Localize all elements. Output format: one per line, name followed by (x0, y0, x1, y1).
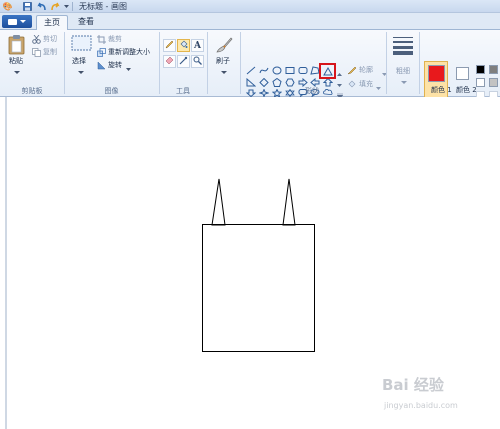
right-triangle-drawing (282, 178, 296, 226)
chevron-down-icon[interactable] (78, 68, 84, 77)
palette-swatch-white[interactable] (476, 78, 485, 87)
cut-button-label[interactable]: 剪切 (43, 35, 57, 44)
copy-icon[interactable] (32, 48, 41, 59)
file-menu-button[interactable] (2, 15, 32, 28)
eyedropper-icon (179, 56, 188, 68)
chevron-down-icon[interactable] (221, 68, 227, 77)
rectangle-drawing (202, 224, 315, 352)
shape-line-icon[interactable] (246, 66, 256, 77)
clipboard-group-label: 剪贴板 (21, 87, 43, 95)
text-tool[interactable]: A (191, 39, 204, 52)
magnifier-icon (193, 56, 202, 68)
size-button-label[interactable]: 粗细 (396, 67, 410, 76)
palette-swatch-light-gray[interactable] (489, 78, 498, 87)
text-a-icon: A (194, 40, 201, 51)
crop-button-label[interactable]: 裁剪 (108, 35, 122, 44)
left-triangle-drawing (211, 178, 226, 226)
selected-shape-highlight (319, 63, 336, 79)
color-picker-tool[interactable] (177, 55, 190, 68)
eraser-tool[interactable] (163, 55, 176, 68)
resize-button-label[interactable]: 重新调整大小 (108, 48, 150, 57)
rotate-icon[interactable] (97, 61, 106, 72)
rotate-button-label[interactable]: 旋转 (108, 61, 122, 70)
title-bar: 🎨 无标题 - 画图 (0, 0, 500, 13)
fill-tool[interactable] (177, 39, 190, 52)
pencil-icon (165, 40, 174, 52)
undo-icon[interactable] (36, 1, 47, 12)
crop-icon[interactable] (97, 35, 106, 46)
outline-dropdown-label[interactable]: 轮廓 (359, 66, 373, 75)
brushes-button-label[interactable]: 刷子 (216, 57, 230, 66)
tab-view[interactable]: 查看 (72, 15, 100, 30)
watermark-logo: Bai 经验 (382, 376, 444, 394)
customize-toolbar-icon[interactable] (61, 1, 72, 12)
shapes-group-label: 形状 (305, 87, 319, 95)
app-paint-icon[interactable]: 🎨 (2, 1, 13, 12)
redo-icon[interactable] (49, 1, 60, 12)
color1-swatch (428, 65, 445, 82)
paste-button-label[interactable]: 粘贴 (9, 57, 23, 66)
watermark-url: jingyan.baidu.com (384, 401, 458, 410)
scroll-up-icon[interactable] (337, 70, 342, 79)
window-title: 无标题 - 画图 (79, 2, 127, 11)
brush-icon[interactable] (214, 35, 234, 57)
cut-icon[interactable] (32, 34, 41, 46)
chevron-down-icon[interactable] (401, 78, 407, 87)
shape-rounded-rectangle-icon[interactable] (298, 66, 308, 77)
tab-home[interactable]: 主页 (36, 15, 68, 30)
color1-label: 颜色 1 (431, 86, 452, 94)
color2-label: 颜色 2 (456, 86, 477, 94)
eraser-icon (165, 56, 174, 68)
palette-swatch-black[interactable] (476, 65, 485, 74)
select-button-label[interactable]: 选择 (72, 57, 86, 66)
shape-rectangle-icon[interactable] (285, 66, 295, 77)
shape-curve-icon[interactable] (259, 66, 269, 77)
chevron-down-icon (20, 20, 26, 23)
ribbon: 粘贴 剪切 复制 剪贴板 选择 裁剪 重新调整大小 旋转 图像 A 工具 刷子 … (0, 30, 500, 111)
color2-swatch[interactable] (456, 67, 469, 80)
tools-group-label: 工具 (176, 87, 190, 95)
chevron-down-icon[interactable] (126, 64, 131, 73)
copy-button-label[interactable]: 复制 (43, 48, 57, 57)
file-menu-icon (8, 18, 17, 25)
paint-bucket-icon (179, 40, 188, 52)
line-size-icon[interactable] (392, 35, 414, 57)
magnifier-tool[interactable] (191, 55, 204, 68)
save-icon[interactable] (22, 1, 33, 12)
pencil-tool[interactable] (163, 39, 176, 52)
resize-icon[interactable] (97, 48, 106, 59)
image-group-label: 图像 (104, 87, 119, 95)
paste-icon[interactable] (8, 34, 25, 57)
ribbon-tab-row: 主页 查看 (0, 13, 500, 30)
palette-swatch-gray[interactable] (489, 65, 498, 74)
drawing-canvas[interactable]: Bai 经验 jingyan.baidu.com (0, 97, 500, 429)
shape-oval-icon[interactable] (272, 66, 282, 77)
select-icon[interactable] (71, 35, 92, 53)
chevron-down-icon[interactable] (14, 68, 20, 77)
outline-icon[interactable] (347, 66, 357, 77)
